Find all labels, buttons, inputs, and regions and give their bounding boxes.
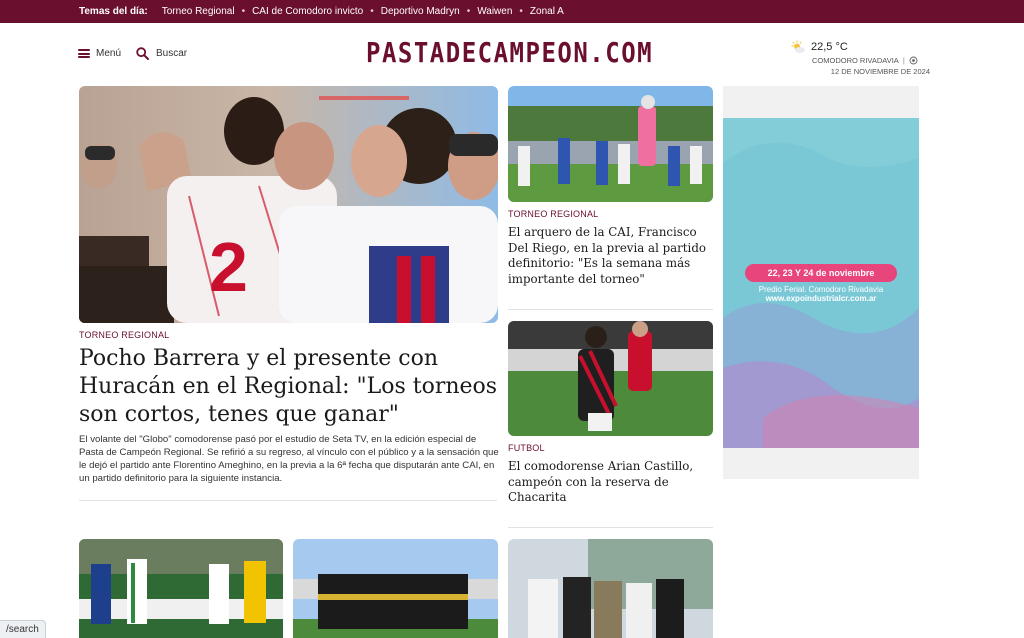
- article-thumbnail[interactable]: [508, 539, 713, 638]
- search-label: Buscar: [156, 48, 188, 59]
- menu-button[interactable]: Menú: [78, 48, 121, 59]
- weather-date: 12 DE NOVIEMBRE DE 2024: [830, 67, 930, 76]
- trending-topics-list: Torneo Regional • CAI de Comodoro invict…: [162, 6, 564, 17]
- topic-separator: •: [241, 6, 246, 17]
- feature-article-title[interactable]: Pocho Barrera y el presente con Huracán …: [79, 345, 499, 429]
- topic-link-cai-invicto[interactable]: CAI de Comodoro invicto: [252, 6, 363, 17]
- topic-link-torneo-regional[interactable]: Torneo Regional: [162, 6, 235, 17]
- trending-topics-bar: Temas del día: Torneo Regional • CAI de …: [0, 0, 1024, 23]
- location-target-icon[interactable]: [909, 56, 918, 65]
- side-article-title[interactable]: El arquero de la CAI, Francisco Del Rieg…: [508, 225, 708, 287]
- side-article-image[interactable]: [508, 321, 713, 436]
- search-button[interactable]: Buscar: [136, 47, 187, 60]
- ad-dates-badge: 22, 23 Y 24 de noviembre: [745, 264, 897, 282]
- divider: [508, 309, 713, 310]
- site-header: Menú Buscar PASTADECAMPEON.COM 22,5 °C C…: [0, 23, 1024, 85]
- svg-text:2: 2: [209, 228, 248, 306]
- divider: [79, 500, 497, 501]
- menu-label: Menú: [96, 48, 122, 59]
- trending-label: Temas del día:: [79, 6, 148, 17]
- feature-article-summary: El volante del "Globo" comodorense pasó …: [79, 434, 499, 484]
- weather-city: COMODORO RIVADAVIA: [812, 56, 899, 65]
- weather-widget: 22,5 °C COMODORO RIVADAVIA | 12 DE NOVIE…: [790, 40, 930, 76]
- article-thumbnail[interactable]: [293, 539, 498, 638]
- side-article-category[interactable]: FUTBOL: [508, 443, 545, 453]
- ad-venue: Predio Ferial. Comodoro Rivadavia: [758, 285, 884, 294]
- sun-cloud-icon: [791, 40, 805, 53]
- article-thumbnail[interactable]: [79, 539, 283, 638]
- weather-temperature: 22,5 °C: [811, 41, 848, 53]
- side-article-category[interactable]: TORNEO REGIONAL: [508, 209, 598, 219]
- feature-article-category[interactable]: TORNEO REGIONAL: [79, 330, 169, 340]
- topic-link-deportivo-madryn[interactable]: Deportivo Madryn: [381, 6, 460, 17]
- link-status-bar: /search: [0, 620, 46, 638]
- advertisement-banner[interactable]: 22, 23 Y 24 de noviembre Predio Ferial. …: [723, 118, 919, 448]
- topic-separator: •: [519, 6, 523, 17]
- topic-separator: •: [370, 6, 374, 17]
- side-article-title[interactable]: El comodorense Arian Castillo, campeón c…: [508, 459, 708, 506]
- divider: [508, 527, 713, 528]
- feature-article-image[interactable]: 2: [79, 86, 498, 323]
- topic-separator: •: [466, 6, 471, 17]
- search-icon: [136, 47, 149, 60]
- ad-url: www.expoindustrialcr.com.ar: [765, 294, 877, 303]
- site-logo[interactable]: PASTADECAMPEON.COM: [366, 37, 652, 69]
- hamburger-icon: [78, 49, 90, 58]
- topic-link-zonal-a[interactable]: Zonal A: [530, 6, 564, 17]
- topic-link-waiwen[interactable]: Waiwen: [477, 6, 512, 17]
- divider: |: [902, 56, 905, 65]
- side-article-image[interactable]: [508, 86, 713, 202]
